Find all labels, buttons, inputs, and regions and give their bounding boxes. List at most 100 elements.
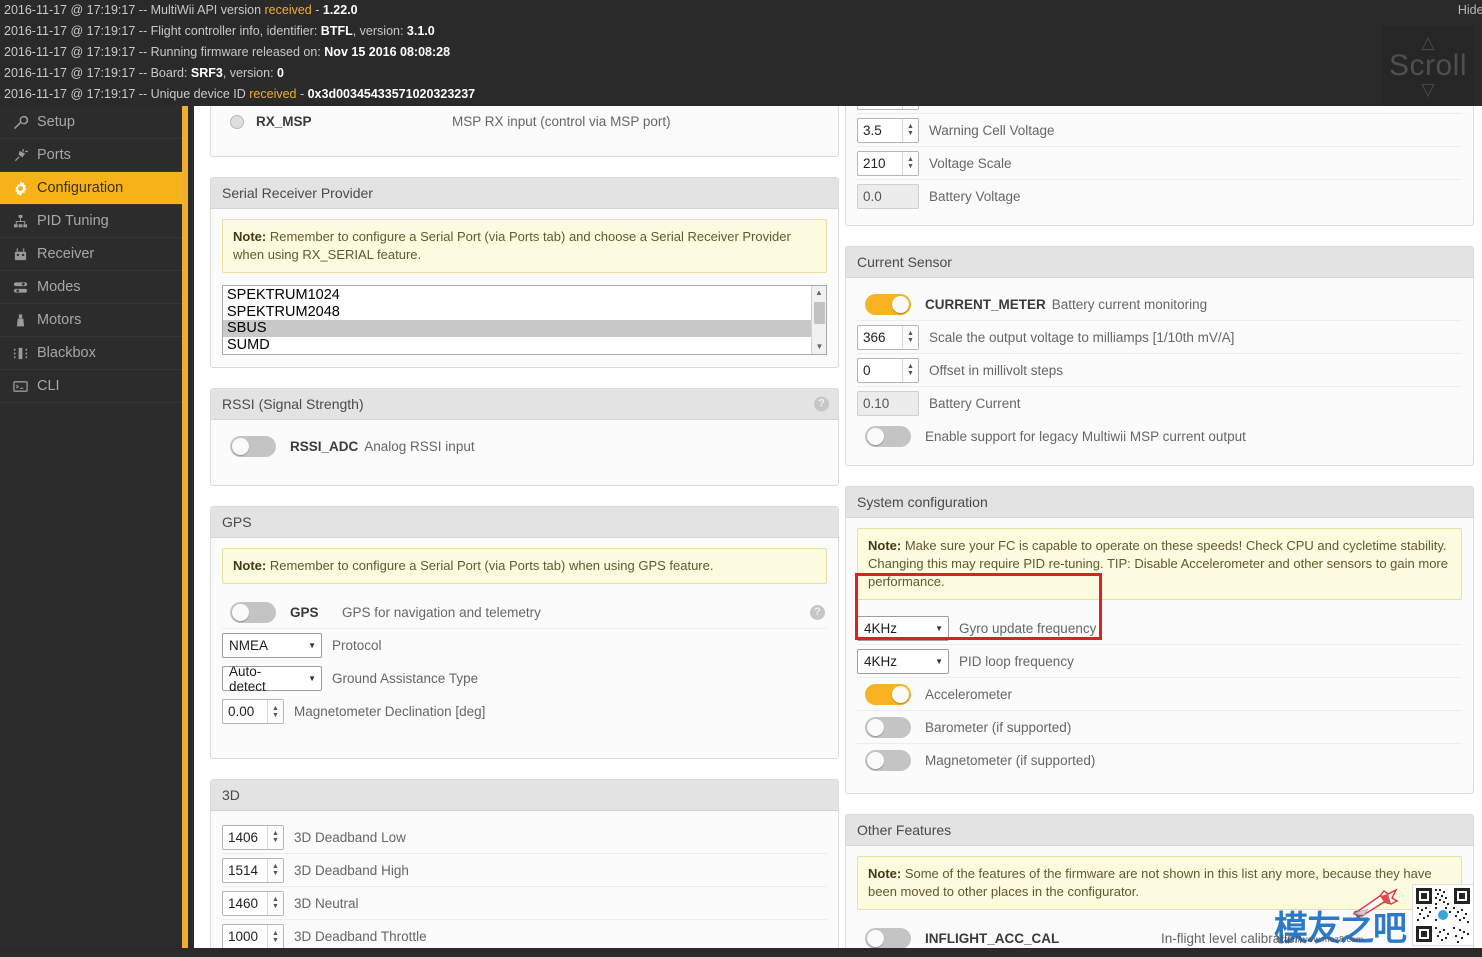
sidebar-item-label: Receiver (37, 246, 94, 262)
log-line: 2016-11-17 @ 17:19:17 -- MultiWii API ve… (0, 0, 1482, 21)
gps-mag-decl-value[interactable]: 0.00 (223, 700, 267, 723)
stepper-arrows[interactable]: ▲▼ (267, 826, 283, 849)
3d-deadband-throttle-stepper[interactable]: 1000▲▼ (222, 924, 284, 948)
stepper-arrows[interactable]: ▲▼ (902, 326, 918, 349)
legacy-msp-toggle[interactable] (865, 426, 911, 447)
3d-neutral-stepper[interactable]: 1460▲▼ (222, 891, 284, 916)
max-cell-voltage-value[interactable]: 4.3 (858, 106, 902, 109)
3d-deadband-high-stepper[interactable]: 1514▲▼ (222, 858, 284, 883)
stepper-arrows[interactable]: ▲▼ (267, 892, 283, 915)
scrollbar-thumb[interactable] (814, 302, 825, 324)
magnetometer-if-supported-toggle[interactable] (865, 750, 911, 771)
note-text: Remember to configure a Serial Port (via… (233, 229, 791, 262)
barometer-if-supported-row[interactable]: Barometer (if supported) (857, 711, 1462, 744)
current-meter-toggle[interactable] (865, 294, 911, 315)
help-icon[interactable]: ? (814, 397, 829, 412)
stepper-arrows[interactable]: ▲▼ (902, 359, 918, 382)
gps-mag-decl-stepper[interactable]: 0.00 ▲▼ (222, 699, 284, 724)
pid-frequency-row[interactable]: 4KHz ▼ PID loop frequency (857, 645, 1462, 678)
gps-mag-decl-row[interactable]: 0.00 ▲▼ Magnetometer Declination [deg] (222, 695, 827, 728)
sidebar-item-modes[interactable]: Modes (0, 271, 182, 304)
scale-the-output-voltage-to-milliamps-1-10th-mv-a-stepper[interactable]: 366▲▼ (857, 325, 919, 350)
scale-the-output-voltage-to-milliamps-1-10th-mv-a-value[interactable]: 366 (858, 326, 902, 349)
offset-in-millivolt-steps-row[interactable]: 0▲▼Offset in millivolt steps (857, 354, 1462, 387)
gps-ground-assist-row[interactable]: Auto-detect ▼ Ground Assistance Type (222, 662, 827, 695)
sitemap-icon (10, 213, 30, 229)
current-meter-row[interactable]: CURRENT_METER Battery current monitoring (857, 288, 1462, 321)
accelerometer-toggle[interactable] (865, 684, 911, 705)
hide-log-button[interactable]: Hide L (1458, 3, 1482, 17)
sidebar-item-configuration[interactable]: Configuration (0, 172, 182, 205)
scroll-down-arrow-icon[interactable]: ▼ (812, 340, 827, 354)
sidebar-item-blackbox[interactable]: Blackbox (0, 337, 182, 370)
stepper-arrows[interactable]: ▲▼ (267, 925, 283, 948)
listbox-option[interactable]: SPEKTRUM2048 (223, 304, 826, 321)
serial-receiver-listbox[interactable]: SPEKTRUM1024SPEKTRUM2048SBUSSUMD ▲ ▼ (222, 285, 827, 355)
pid-frequency-select[interactable]: 4KHz ▼ (857, 649, 949, 674)
stepper-up-icon: ▲ (272, 863, 279, 870)
rx-msp-radio[interactable] (230, 115, 244, 129)
listbox-scrollbar[interactable]: ▲ ▼ (811, 286, 826, 354)
scale-the-output-voltage-to-milliamps-1-10th-mv-a-row[interactable]: 366▲▼Scale the output voltage to milliam… (857, 321, 1462, 354)
battery-panel: 4.3 ▲▼ Maximum Cell Voltage 3.5▲▼Warning… (845, 106, 1474, 226)
max-cell-voltage-row[interactable]: 4.3 ▲▼ Maximum Cell Voltage (857, 106, 1462, 114)
inflight-acc-cal-row[interactable]: INFLIGHT_ACC_CALIn-flight level calibrat… (857, 922, 1462, 948)
listbox-option[interactable]: SBUS (223, 320, 826, 337)
max-cell-voltage-stepper[interactable]: 4.3 ▲▼ (857, 106, 919, 110)
sidebar-item-motors[interactable]: Motors (0, 304, 182, 337)
rssi-adc-row[interactable]: RSSI_ADC Analog RSSI input (222, 430, 827, 463)
listbox-option[interactable]: SPEKTRUM1024 (223, 287, 826, 304)
scroll-up-arrow-icon[interactable]: ▲ (812, 286, 826, 300)
help-icon[interactable]: ? (810, 605, 825, 620)
rx-msp-row[interactable]: RX_MSP MSP RX input (control via MSP por… (222, 106, 827, 138)
stepper-arrows[interactable]: ▲▼ (902, 119, 918, 142)
gps-desc: GPS for navigation and telemetry (342, 605, 541, 620)
3d-deadband-throttle-row[interactable]: 1000▲▼3D Deadband Throttle (222, 920, 827, 948)
note-label: Note: (233, 229, 266, 244)
warning-cell-voltage-row[interactable]: 3.5▲▼Warning Cell Voltage (857, 114, 1462, 147)
magnetometer-if-supported-row[interactable]: Magnetometer (if supported) (857, 744, 1462, 777)
plug-icon (10, 147, 30, 163)
3d-deadband-high-row[interactable]: 1514▲▼3D Deadband High (222, 854, 827, 887)
gps-protocol-select[interactable]: NMEA ▼ (222, 633, 322, 658)
warning-cell-voltage-stepper[interactable]: 3.5▲▼ (857, 118, 919, 143)
offset-in-millivolt-steps-value[interactable]: 0 (858, 359, 902, 382)
sidebar-item-setup[interactable]: Setup (0, 106, 182, 139)
gyro-frequency-select[interactable]: 4KHz ▼ (857, 616, 949, 641)
chevron-down-icon: ▽ (1421, 83, 1434, 96)
warning-cell-voltage-value[interactable]: 3.5 (858, 119, 902, 142)
3d-deadband-low-stepper[interactable]: 1406▲▼ (222, 825, 284, 850)
scroll-indicator[interactable]: △ Scroll ▽ (1382, 26, 1474, 106)
stepper-arrows[interactable]: ▲▼ (267, 859, 283, 882)
stepper-arrows[interactable]: ▲▼ (267, 700, 283, 723)
voltage-scale-value[interactable]: 210 (858, 152, 902, 175)
sidebar-item-receiver[interactable]: Receiver (0, 238, 182, 271)
toggle-knob (867, 930, 884, 947)
gps-ground-assist-select[interactable]: Auto-detect ▼ (222, 666, 322, 691)
rssi-adc-toggle[interactable] (230, 436, 276, 457)
3d-deadband-low-value[interactable]: 1406 (223, 826, 267, 849)
accelerometer-row[interactable]: Accelerometer (857, 678, 1462, 711)
3d-deadband-high-value[interactable]: 1514 (223, 859, 267, 882)
stepper-up-icon: ▲ (907, 363, 914, 370)
gps-toggle-row[interactable]: GPS GPS for navigation and telemetry ? (222, 596, 827, 629)
barometer-if-supported-toggle[interactable] (865, 717, 911, 738)
3d-deadband-throttle-value[interactable]: 1000 (223, 925, 267, 948)
voltage-scale-row[interactable]: 210▲▼Voltage Scale (857, 147, 1462, 180)
gyro-frequency-row[interactable]: 4KHz ▼ Gyro update frequency (857, 612, 1462, 645)
3d-neutral-value[interactable]: 1460 (223, 892, 267, 915)
listbox-option[interactable]: SUMD (223, 337, 826, 354)
offset-in-millivolt-steps-stepper[interactable]: 0▲▼ (857, 358, 919, 383)
inflight-acc-cal-toggle[interactable] (865, 928, 911, 949)
3d-deadband-low-row[interactable]: 1406▲▼3D Deadband Low (222, 821, 827, 854)
legacy-msp-row[interactable]: Enable support for legacy Multiwii MSP c… (857, 420, 1462, 453)
gps-protocol-row[interactable]: NMEA ▼ Protocol (222, 629, 827, 662)
stepper-arrows[interactable]: ▲▼ (902, 152, 918, 175)
voltage-scale-stepper[interactable]: 210▲▼ (857, 151, 919, 176)
sidebar-item-ports[interactable]: Ports (0, 139, 182, 172)
sidebar-item-pid-tuning[interactable]: PID Tuning (0, 205, 182, 238)
stepper-arrows[interactable]: ▲▼ (902, 106, 918, 109)
sidebar-item-cli[interactable]: CLI (0, 370, 182, 403)
3d-neutral-row[interactable]: 1460▲▼3D Neutral (222, 887, 827, 920)
gps-toggle[interactable] (230, 602, 276, 623)
